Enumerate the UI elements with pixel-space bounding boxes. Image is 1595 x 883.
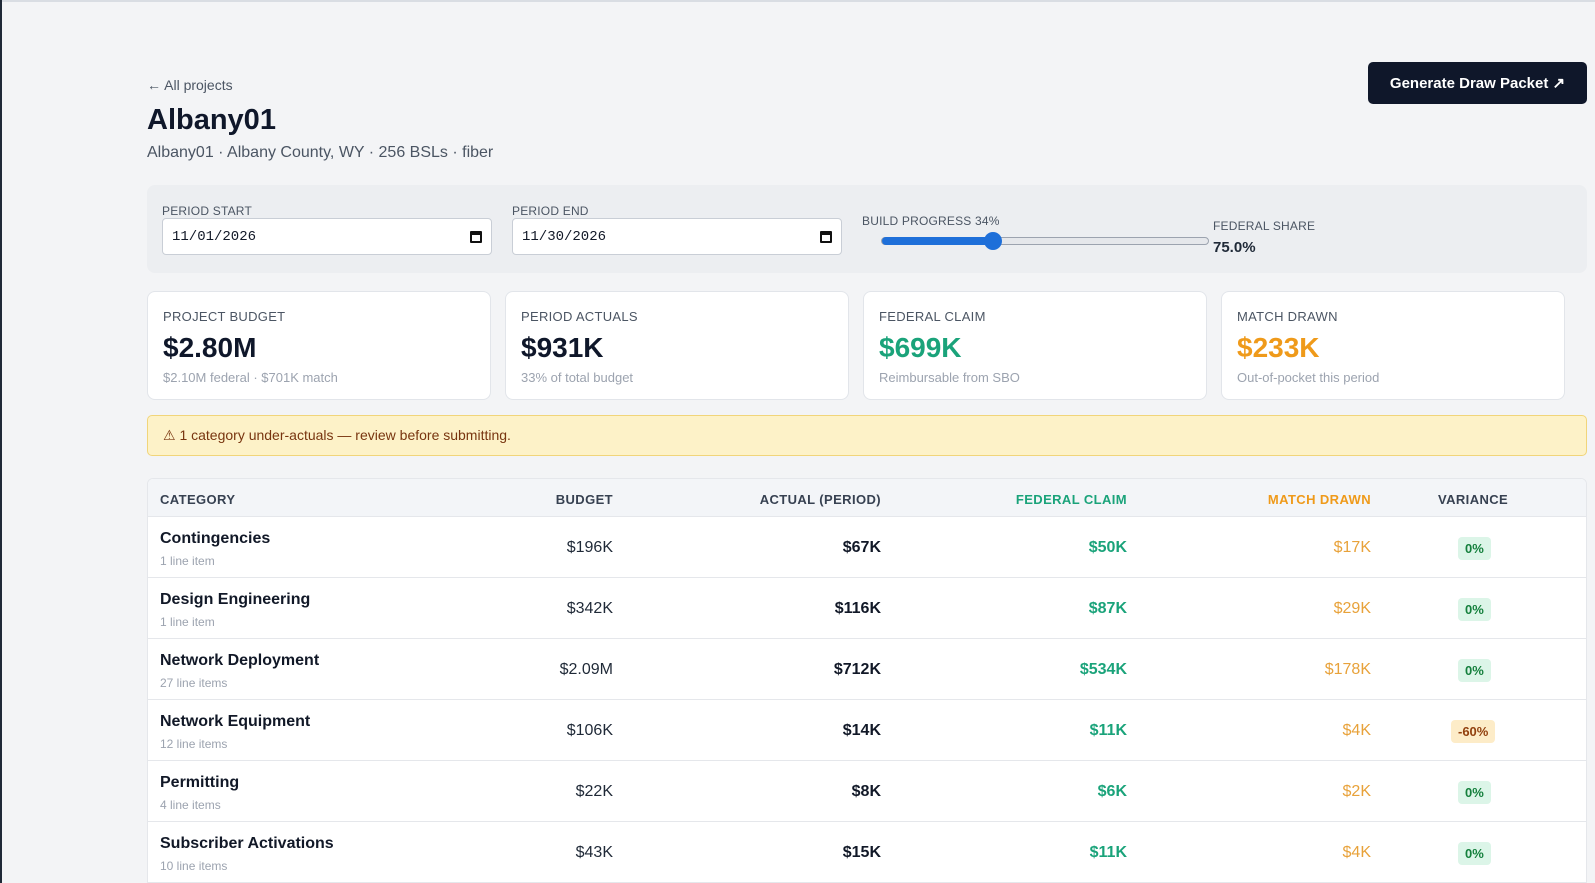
period-end-input[interactable]: 11/30/2026 [512, 218, 842, 255]
actual-cell: $116K [834, 600, 881, 617]
budget-cell: $43K [575, 844, 613, 861]
build-progress-fill [882, 237, 993, 245]
stat-subtext: 33% of total budget [521, 370, 634, 385]
match-drawn-cell: $17K [1333, 539, 1371, 556]
left-window-edge [0, 0, 2, 883]
category-name: Permitting [160, 774, 240, 791]
actual-cell: $8K [851, 783, 881, 800]
budget-cell: $196K [566, 539, 613, 556]
budget-cell: $342K [566, 600, 613, 617]
generate-draw-packet-button[interactable]: Generate Draw Packet ↗ [1368, 62, 1587, 104]
stat-value: $699K [879, 332, 962, 363]
stat-value: $931K [521, 332, 604, 363]
period-start-label: PERIOD START [162, 204, 252, 218]
variance-badge: -60% [1451, 720, 1496, 743]
period-controls-panel: PERIOD START 11/01/2026 PERIOD END 11/30… [147, 185, 1587, 273]
category-name: Network Equipment [160, 713, 311, 730]
stat-card-project-budget: PROJECT BUDGET $2.80M $2.10M federal · $… [147, 291, 491, 400]
stat-subtext: $2.10M federal · $701K match [163, 370, 338, 385]
column-header-match-drawn[interactable]: MATCH DRAWN [1268, 492, 1371, 507]
budget-cell: $2.09M [559, 661, 613, 678]
match-drawn-cell: $2K [1342, 783, 1371, 800]
period-end-value: 11/30/2026 [522, 228, 607, 245]
under-actuals-warning-banner: ⚠ 1 category under-actuals — review befo… [147, 415, 1587, 456]
variance-badge: 0% [1458, 659, 1491, 682]
stat-card-federal-claim: FEDERAL CLAIM $699K Reimbursable from SB… [863, 291, 1207, 400]
build-progress-thumb[interactable] [983, 232, 1002, 250]
match-drawn-cell: $4K [1342, 722, 1371, 739]
budget-cell: $106K [566, 722, 613, 739]
period-end-label: PERIOD END [512, 204, 589, 218]
federal-claim-cell: $87K [1088, 600, 1127, 617]
category-line-items: 27 line items [160, 676, 228, 690]
category-line-items: 1 line item [160, 554, 215, 568]
table-row[interactable]: Design Engineering 1 line item $342K $116K $… [148, 578, 1586, 639]
stat-card-match-drawn: MATCH DRAWN $233K Out-of-pocket this per… [1221, 291, 1565, 400]
calendar-icon[interactable] [470, 230, 482, 243]
build-progress-slider[interactable] [881, 232, 1209, 250]
federal-claim-cell: $6K [1097, 783, 1127, 800]
build-progress-label: BUILD PROGRESS 34% [862, 214, 1000, 228]
stat-value: $233K [1237, 332, 1320, 363]
category-name: Contingencies [160, 530, 271, 547]
table-row[interactable]: Contingencies 1 line item $196K $67K $50K $17… [148, 517, 1586, 578]
stat-label: MATCH DRAWN [1237, 309, 1338, 324]
top-divider [0, 0, 1595, 2]
federal-claim-cell: $50K [1088, 539, 1127, 556]
federal-claim-cell: $11K [1089, 844, 1127, 861]
category-line-items: 10 line items [160, 859, 228, 873]
actual-cell: $15K [842, 844, 881, 861]
period-start-value: 11/01/2026 [172, 228, 257, 245]
column-header-category[interactable]: CATEGORY [160, 492, 235, 507]
actual-cell: $14K [842, 722, 881, 739]
variance-badge: 0% [1458, 842, 1491, 865]
stat-label: FEDERAL CLAIM [879, 309, 986, 324]
category-name: Subscriber Activations [160, 835, 334, 852]
table-row[interactable]: Network Deployment 27 line items $2.09M $71… [148, 639, 1586, 700]
back-to-projects-link[interactable]: ← All projects [147, 77, 233, 93]
match-drawn-cell: $178K [1324, 661, 1371, 678]
stat-label: PERIOD ACTUALS [521, 309, 638, 324]
warning-text: ⚠ 1 category under-actuals — review befo… [163, 427, 511, 443]
stat-label: PROJECT BUDGET [163, 309, 286, 324]
federal-share-value: 75.0% [1213, 239, 1256, 256]
federal-share-label: FEDERAL SHARE [1213, 219, 1316, 233]
column-header-federal-claim[interactable]: FEDERAL CLAIM [1016, 492, 1127, 507]
calendar-icon[interactable] [820, 230, 832, 243]
table-row[interactable]: Network Equipment 12 line items $106K $14K $… [148, 700, 1586, 761]
period-start-input[interactable]: 11/01/2026 [162, 218, 492, 255]
category-name: Network Deployment [160, 652, 320, 669]
stat-card-period-actuals: PERIOD ACTUALS $931K 33% of total budget [505, 291, 849, 400]
match-drawn-cell: $29K [1333, 600, 1371, 617]
actual-cell: $712K [833, 661, 881, 678]
variance-badge: 0% [1458, 537, 1491, 560]
table-row[interactable]: Permitting 4 line items $22K $8K $6K $2K 0% [148, 761, 1586, 822]
column-header-actual[interactable]: ACTUAL (PERIOD) [760, 492, 881, 507]
project-subtitle: Albany01 · Albany County, WY · 256 BSLs … [147, 144, 494, 161]
category-line-items: 4 line items [160, 798, 221, 812]
category-name: Design Engineering [160, 591, 311, 608]
match-drawn-cell: $4K [1342, 844, 1371, 861]
table-header: CATEGORY BUDGET ACTUAL (PERIOD) FEDERAL … [148, 479, 1586, 517]
federal-claim-cell: $534K [1079, 661, 1127, 678]
stat-value: $2.80M [163, 332, 257, 363]
actual-cell: $67K [842, 539, 881, 556]
stat-subtext: Out-of-pocket this period [1237, 370, 1380, 385]
page-title: Albany01 [147, 104, 276, 136]
federal-claim-cell: $11K [1089, 722, 1127, 739]
category-table: CATEGORY BUDGET ACTUAL (PERIOD) FEDERAL … [147, 478, 1587, 883]
variance-badge: 0% [1458, 781, 1491, 804]
category-line-items: 1 line item [160, 615, 215, 629]
generate-draw-packet-label: Generate Draw Packet ↗ [1389, 75, 1566, 92]
table-row[interactable]: Subscriber Activations 10 line items $43K $… [148, 822, 1586, 883]
stat-subtext: Reimbursable from SBO [879, 370, 1020, 385]
budget-cell: $22K [575, 783, 613, 800]
column-header-variance[interactable]: VARIANCE [1438, 492, 1508, 507]
column-header-budget[interactable]: BUDGET [556, 492, 613, 507]
category-line-items: 12 line items [160, 737, 228, 751]
variance-badge: 0% [1458, 598, 1491, 621]
